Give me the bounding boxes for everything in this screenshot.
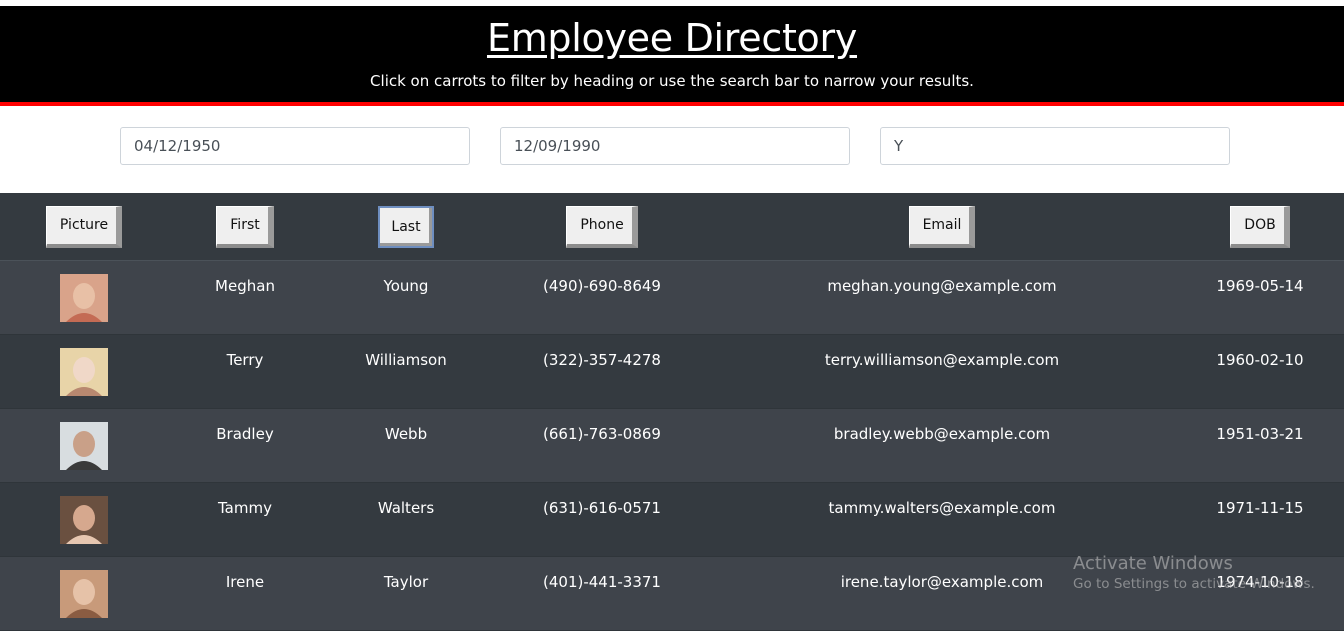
dob-cell: 1971-11-15 [1216,499,1304,517]
table-header: Picture First Last Phone Email DOB [0,193,1344,261]
dob-cell: 1974-10-18 [1216,573,1304,591]
name-search-input[interactable] [880,127,1230,165]
dob-cell: 1960-02-10 [1216,351,1304,369]
start-date-input[interactable] [120,127,470,165]
dob-cell: 1951-03-21 [1216,425,1304,443]
avatar [60,496,108,544]
employee-table: Picture First Last Phone Email DOB Megha… [0,193,1344,631]
avatar [60,570,108,618]
first-name-cell: Irene [225,573,265,591]
email-cell: tammy.walters@example.com [828,499,1056,517]
page-subtitle: Click on carrots to filter by heading or… [370,72,974,90]
email-cell: bradley.webb@example.com [833,425,1051,443]
sort-dob-button[interactable]: DOB [1230,205,1290,248]
table-row: Terry Williamson (322)-357-4278 terry.willi… [0,335,1344,409]
avatar-cell [0,409,168,482]
last-name-cell: Williamson [365,351,447,369]
phone-cell: (322)-357-4278 [543,351,661,369]
avatar-cell [0,335,168,408]
sort-email-button[interactable]: Email [908,205,976,248]
last-name-cell: Walters [377,499,435,517]
avatar [60,422,108,470]
first-name-cell: Meghan [215,277,275,295]
avatar [60,348,108,396]
last-name-cell: Young [383,277,429,295]
first-name-cell: Bradley [216,425,274,443]
sort-phone-button[interactable]: Phone [566,205,638,248]
page-title: Employee Directory [486,16,858,60]
sort-first-button[interactable]: First [216,205,274,248]
phone-cell: (490)-690-8649 [543,277,661,295]
table-row: Meghan Young (490)-690-8649 meghan.young@ex… [0,261,1344,335]
table-body: Meghan Young (490)-690-8649 meghan.young@ex… [0,261,1344,631]
end-date-input[interactable] [500,127,850,165]
table-row: Irene Taylor (401)-441-3371 irene.taylor@ex… [0,557,1344,631]
last-name-cell: Taylor [383,573,429,591]
avatar-cell [0,483,168,556]
last-name-cell: Webb [384,425,428,443]
dob-cell: 1969-05-14 [1216,277,1304,295]
table-row: Bradley Webb (661)-763-0869 bradley.webb@ex… [0,409,1344,483]
email-cell: irene.taylor@example.com [840,573,1044,591]
page-header: Employee Directory Click on carrots to f… [0,6,1344,102]
search-bar [0,106,1344,193]
table-row: Tammy Walters (631)-616-0571 tammy.walters@… [0,483,1344,557]
sort-last-button[interactable]: Last [378,205,434,248]
sort-picture-button[interactable]: Picture [45,205,123,248]
email-cell: terry.williamson@example.com [824,351,1060,369]
phone-cell: (401)-441-3371 [543,573,661,591]
email-cell: meghan.young@example.com [827,277,1057,295]
phone-cell: (631)-616-0571 [543,499,661,517]
avatar-cell [0,557,168,630]
first-name-cell: Terry [226,351,264,369]
avatar-cell [0,261,168,334]
phone-cell: (661)-763-0869 [543,425,661,443]
avatar [60,274,108,322]
first-name-cell: Tammy [218,499,272,517]
